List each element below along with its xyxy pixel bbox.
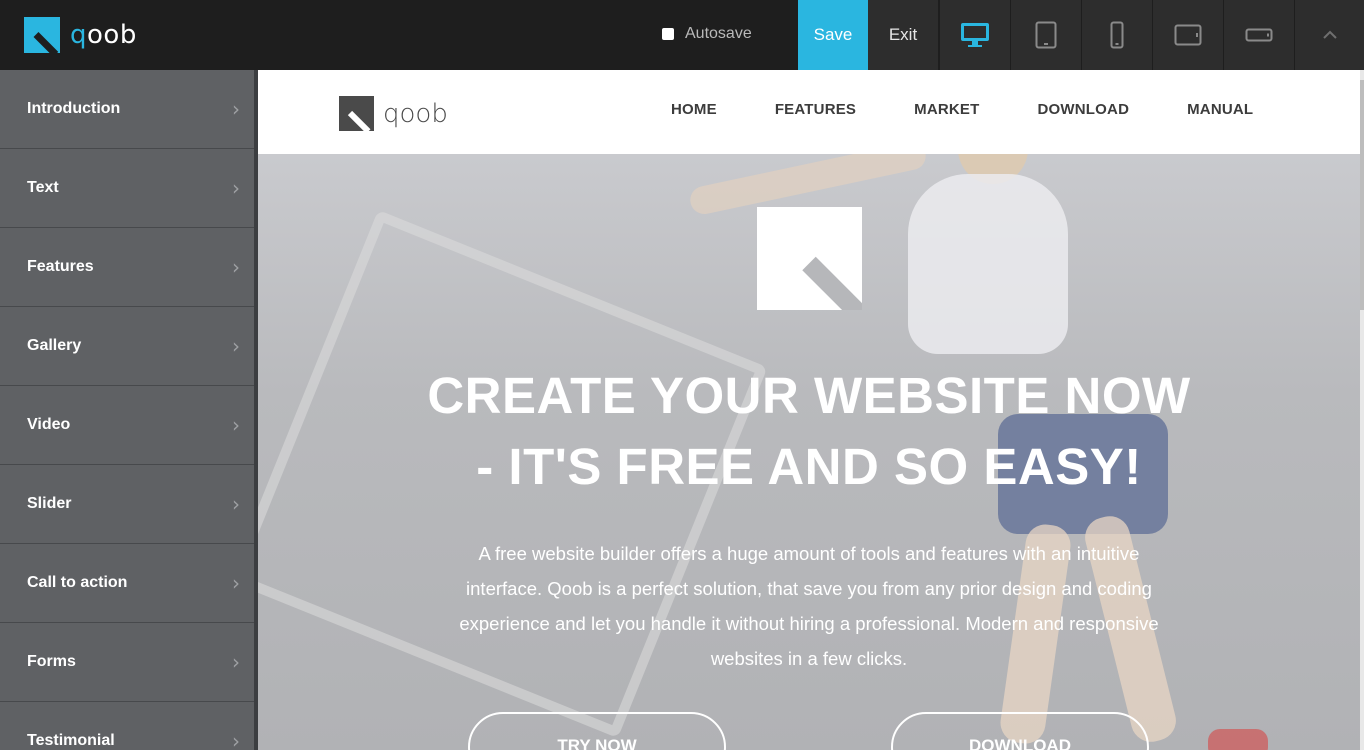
chevron-right-icon: › <box>232 176 240 200</box>
hero-title: CREATE YOUR WEBSITE NOW - IT'S FREE AND … <box>408 360 1210 502</box>
sidebar-item-label: Video <box>27 416 71 433</box>
sidebar-item-label: Text <box>27 179 59 196</box>
editor-toolbar: qoob Autosave Save Exit <box>0 0 1364 70</box>
nav-features[interactable]: FEATURES <box>775 101 856 118</box>
chevron-right-icon: › <box>232 729 240 750</box>
site-logo-icon <box>339 96 374 131</box>
try-now-button[interactable]: TRY NOW <box>468 712 726 750</box>
site-logo[interactable]: qoob <box>339 96 448 131</box>
sidebar-item-text[interactable]: Text › <box>0 149 254 228</box>
sidebar-item-label: Slider <box>27 495 72 512</box>
sidebar-item-label: Testimonial <box>27 732 115 749</box>
nav-home[interactable]: HOME <box>671 101 717 118</box>
tablet-portrait-icon <box>1035 21 1057 49</box>
sidebar-item-features[interactable]: Features › <box>0 228 254 307</box>
hero-title-line-1: CREATE YOUR WEBSITE NOW <box>427 367 1191 424</box>
exit-button[interactable]: Exit <box>868 0 939 70</box>
autosave-toggle[interactable]: Autosave <box>662 25 752 43</box>
hero-logo-icon <box>757 207 862 310</box>
site-header[interactable]: qoob HOME FEATURES MARKET DOWNLOAD MANUA… <box>258 70 1360 154</box>
nav-manual[interactable]: MANUAL <box>1187 101 1253 118</box>
nav-market[interactable]: MARKET <box>914 101 979 118</box>
tablet-landscape-icon <box>1174 24 1202 46</box>
sidebar-item-slider[interactable]: Slider › <box>0 465 254 544</box>
hero-title-line-2: - IT'S FREE AND SO EASY! <box>476 438 1142 495</box>
collapse-toolbar-button[interactable] <box>1295 0 1364 70</box>
sidebar-item-testimonial[interactable]: Testimonial › <box>0 702 254 750</box>
sidebar-item-label: Features <box>27 258 94 275</box>
qoob-logo-text: qoob <box>70 20 137 50</box>
chevron-right-icon: › <box>232 650 240 674</box>
qoob-logo-icon <box>24 17 60 53</box>
save-button[interactable]: Save <box>798 0 868 70</box>
hero-description: A free website builder offers a huge amo… <box>459 543 1159 669</box>
sidebar-item-forms[interactable]: Forms › <box>0 623 254 702</box>
chevron-up-icon <box>1322 30 1337 39</box>
sidebar-item-video[interactable]: Video › <box>0 386 254 465</box>
sidebar-item-introduction[interactable]: Introduction › <box>0 70 254 149</box>
site-logo-text: qoob <box>383 98 448 129</box>
autosave-checkbox[interactable] <box>662 28 674 40</box>
sidebar-item-label: Gallery <box>27 337 82 354</box>
sidebar-item-gallery[interactable]: Gallery › <box>0 307 254 386</box>
chevron-right-icon: › <box>232 492 240 516</box>
desktop-icon <box>961 23 989 47</box>
desktop-view-button[interactable] <box>940 0 1011 70</box>
qoob-logo: qoob <box>24 17 137 53</box>
phone-portrait-icon <box>1110 21 1124 49</box>
sidebar-item-call-to-action[interactable]: Call to action › <box>0 544 254 623</box>
phone-landscape-icon <box>1245 28 1273 42</box>
sidebar-item-label: Introduction <box>27 100 121 117</box>
sidebar-item-label: Call to action <box>27 574 128 591</box>
chevron-right-icon: › <box>232 413 240 437</box>
chevron-right-icon: › <box>232 571 240 595</box>
block-category-sidebar: Introduction › Text › Features › Gallery › V… <box>0 70 254 750</box>
autosave-label: Autosave <box>685 25 752 42</box>
hero-background-child <box>908 174 1068 354</box>
preview-scrollbar[interactable] <box>1360 70 1364 750</box>
tablet-portrait-view-button[interactable] <box>1011 0 1082 70</box>
page-preview[interactable]: qoob HOME FEATURES MARKET DOWNLOAD MANUA… <box>258 70 1360 750</box>
chevron-right-icon: › <box>232 334 240 358</box>
hero-background-shoe <box>1208 729 1268 750</box>
phone-landscape-view-button[interactable] <box>1224 0 1295 70</box>
scrollbar-thumb[interactable] <box>1360 80 1364 310</box>
site-nav: HOME FEATURES MARKET DOWNLOAD MANUAL <box>671 101 1311 118</box>
chevron-right-icon: › <box>232 97 240 121</box>
tablet-landscape-view-button[interactable] <box>1153 0 1224 70</box>
nav-download[interactable]: DOWNLOAD <box>1038 101 1130 118</box>
sidebar-item-label: Forms <box>27 653 76 670</box>
hero-section[interactable]: CREATE YOUR WEBSITE NOW - IT'S FREE AND … <box>258 154 1360 750</box>
phone-portrait-view-button[interactable] <box>1082 0 1153 70</box>
download-button[interactable]: DOWNLOAD <box>891 712 1149 750</box>
chevron-right-icon: › <box>232 255 240 279</box>
